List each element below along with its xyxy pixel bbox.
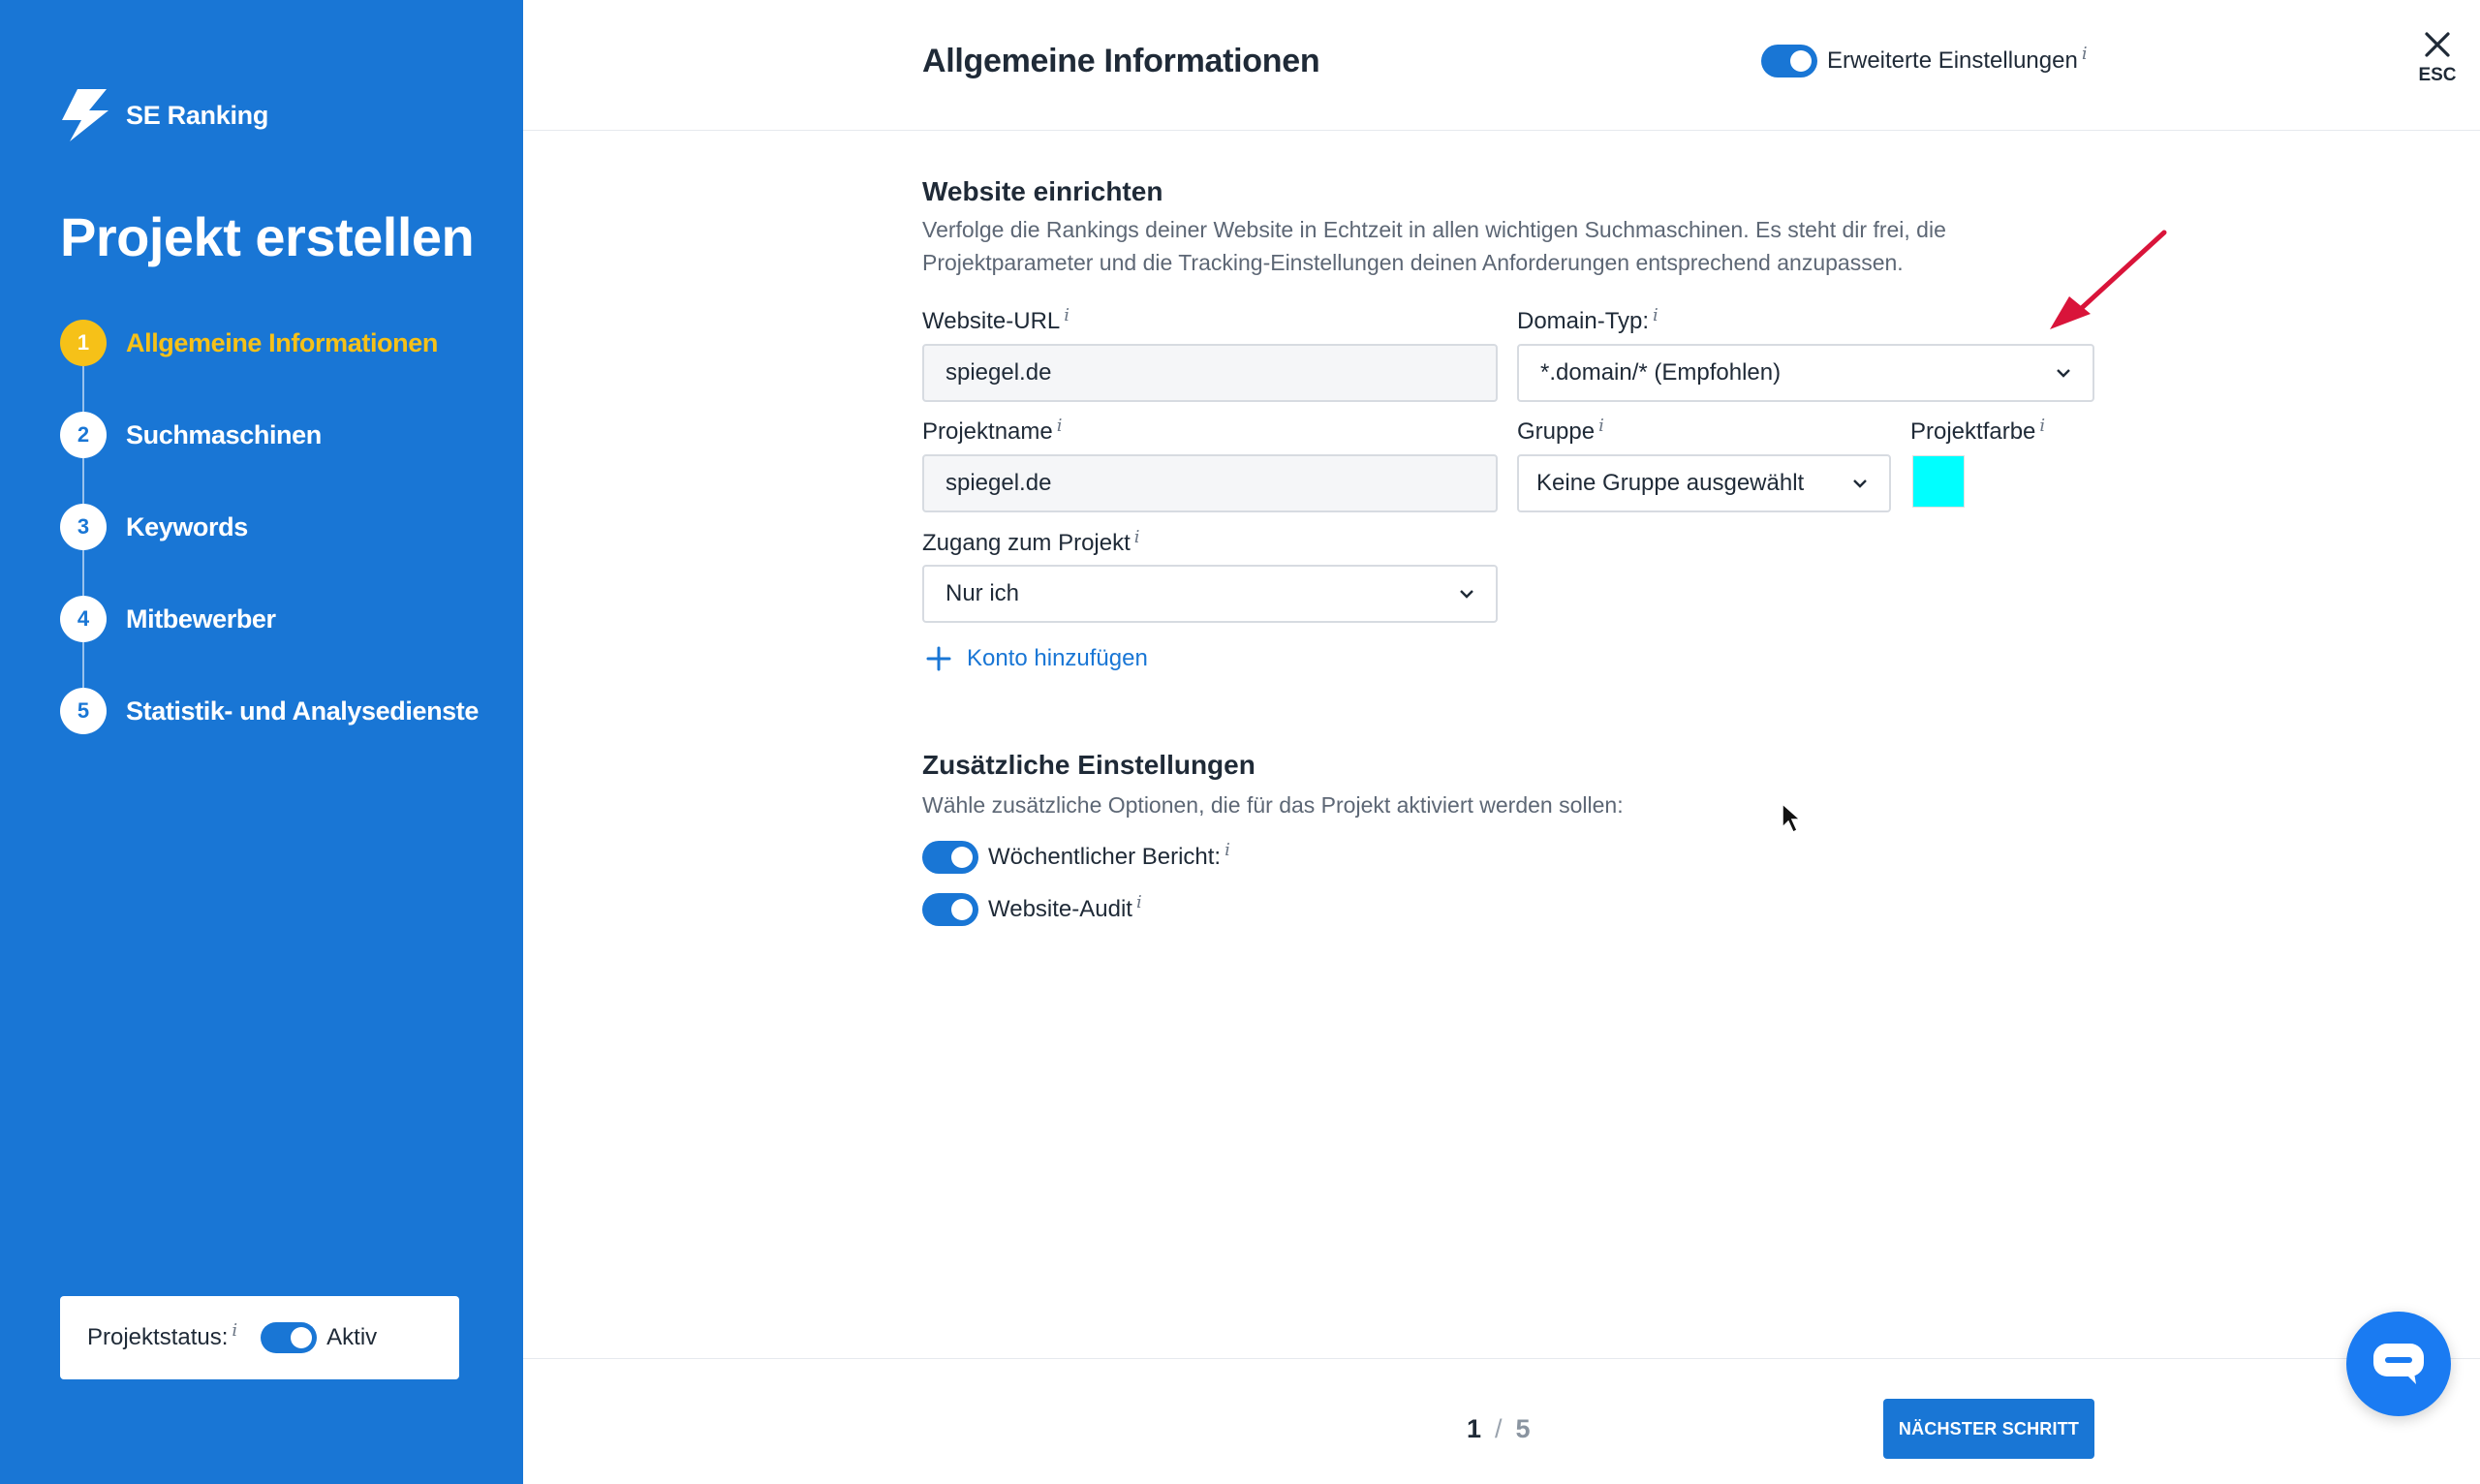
info-icon[interactable]: i bbox=[232, 1320, 237, 1341]
brand-name: SE Ranking bbox=[126, 100, 269, 130]
project-status-label: Projektstatus: bbox=[87, 1324, 229, 1350]
website-audit-option: Website-Audit i bbox=[922, 892, 1142, 926]
sidebar-title: Projekt erstellen bbox=[60, 206, 475, 267]
step-label: Keywords bbox=[126, 511, 248, 541]
chevron-down-icon bbox=[1460, 590, 1473, 599]
group-select[interactable]: Keine Gruppe ausgewählt bbox=[1517, 454, 1891, 512]
website-section-title: Website einrichten bbox=[922, 176, 1163, 206]
project-status-value: Aktiv bbox=[326, 1324, 378, 1350]
info-icon[interactable]: i bbox=[1224, 840, 1230, 860]
plus-icon bbox=[926, 646, 951, 671]
step-keywords[interactable]: 3 Keywords bbox=[60, 504, 479, 596]
info-icon[interactable]: i bbox=[1598, 416, 1604, 436]
info-icon[interactable]: i bbox=[1653, 305, 1658, 325]
chevron-down-icon bbox=[1853, 479, 1867, 488]
page-title: Allgemeine Informationen bbox=[922, 43, 1320, 79]
step-analytics[interactable]: 5 Statistik- und Analysedienste bbox=[60, 688, 479, 734]
project-color-label-text: Projektfarbe bbox=[1910, 418, 2036, 445]
step-number: 2 bbox=[60, 412, 107, 458]
project-name-input[interactable]: spiegel.de bbox=[922, 454, 1498, 512]
step-number: 5 bbox=[60, 688, 107, 734]
project-access-value: Nur ich bbox=[946, 580, 1020, 606]
annotation-arrow-icon bbox=[2050, 230, 2167, 329]
extra-section-title: Zusätzliche Einstellungen bbox=[922, 750, 1256, 780]
page-total: 5 bbox=[1515, 1414, 1531, 1443]
info-icon[interactable]: i bbox=[1064, 305, 1070, 325]
step-connector bbox=[82, 642, 84, 688]
add-account-label: Konto hinzufügen bbox=[967, 645, 1148, 671]
step-connector bbox=[82, 458, 84, 504]
website-url-input[interactable]: spiegel.de bbox=[922, 344, 1498, 402]
weekly-report-toggle[interactable] bbox=[922, 841, 978, 874]
chat-icon bbox=[2373, 1344, 2424, 1384]
extra-section-desc: Wähle zusätzliche Optionen, die für das … bbox=[922, 792, 1624, 818]
group-label-text: Gruppe bbox=[1517, 418, 1596, 445]
project-access-label-text: Zugang zum Projekt bbox=[922, 530, 1131, 556]
step-search-engines[interactable]: 2 Suchmaschinen bbox=[60, 412, 479, 504]
step-number: 3 bbox=[60, 504, 107, 550]
project-access-label: Zugang zum Projekt i bbox=[922, 527, 1140, 557]
step-connector bbox=[82, 366, 84, 412]
chevron-down-icon bbox=[2057, 369, 2070, 378]
step-number: 1 bbox=[60, 320, 107, 366]
step-competitors[interactable]: 4 Mitbewerber bbox=[60, 596, 479, 688]
project-status-box: Projektstatus: i Aktiv bbox=[60, 1296, 459, 1379]
website-section-desc-line1: Verfolge die Rankings deiner Website in … bbox=[922, 217, 1946, 242]
info-icon[interactable]: i bbox=[1134, 527, 1140, 547]
step-list: 1 Allgemeine Informationen 2 Suchmaschin… bbox=[60, 320, 479, 780]
advanced-settings-toggle[interactable] bbox=[1761, 45, 1817, 77]
step-label: Statistik- und Analysedienste bbox=[126, 696, 479, 726]
weekly-report-label: Wöchentlicher Bericht: bbox=[988, 844, 1222, 870]
page-current: 1 bbox=[1467, 1414, 1482, 1443]
esc-label: ESC bbox=[2418, 65, 2457, 85]
website-url-label-text: Website-URL bbox=[922, 308, 1061, 334]
project-access-select[interactable]: Nur ich bbox=[922, 565, 1498, 623]
domain-type-value: *.domain/* (Empfohlen) bbox=[1540, 359, 1782, 386]
group-value: Keine Gruppe ausgewählt bbox=[1536, 470, 1805, 496]
website-audit-label: Website-Audit bbox=[988, 896, 1132, 922]
close-icon bbox=[2425, 32, 2450, 57]
project-color-swatch[interactable] bbox=[1912, 455, 1965, 508]
sidebar: SE Ranking Projekt erstellen 1 Allgemein… bbox=[0, 0, 523, 1484]
info-icon[interactable]: i bbox=[2039, 416, 2045, 436]
website-audit-toggle[interactable] bbox=[922, 893, 978, 926]
logo[interactable]: SE Ranking bbox=[60, 89, 268, 141]
chat-button[interactable] bbox=[2346, 1312, 2451, 1416]
project-name-label-text: Projektname bbox=[922, 418, 1053, 445]
website-section-desc-line2: Projektparameter und die Tracking-Einste… bbox=[922, 250, 1904, 275]
step-connector bbox=[82, 550, 84, 596]
step-label: Mitbewerber bbox=[126, 603, 276, 634]
pagination: 1 / 5 bbox=[1467, 1414, 1531, 1444]
step-number: 4 bbox=[60, 596, 107, 642]
project-status-toggle[interactable] bbox=[261, 1322, 318, 1353]
group-label: Gruppe i bbox=[1517, 416, 1604, 446]
info-icon[interactable]: i bbox=[2082, 44, 2088, 64]
step-general-info[interactable]: 1 Allgemeine Informationen bbox=[60, 320, 479, 412]
domain-type-select[interactable]: *.domain/* (Empfohlen) bbox=[1517, 344, 2094, 402]
website-url-label: Website-URL i bbox=[922, 305, 1070, 335]
close-button[interactable]: ESC bbox=[2418, 31, 2457, 86]
header: Allgemeine Informationen Erweiterte Eins… bbox=[523, 0, 2480, 131]
info-icon[interactable]: i bbox=[1136, 892, 1142, 912]
project-color-label: Projektfarbe i bbox=[1910, 416, 2045, 446]
page-separator: / bbox=[1495, 1414, 1503, 1443]
se-ranking-logo-icon bbox=[62, 89, 108, 141]
domain-type-label-text: Domain-Typ: bbox=[1517, 308, 1650, 334]
mouse-cursor-icon bbox=[1782, 802, 1802, 834]
info-icon[interactable]: i bbox=[1057, 416, 1063, 436]
weekly-report-option: Wöchentlicher Bericht: i bbox=[922, 840, 1230, 874]
domain-type-label: Domain-Typ: i bbox=[1517, 305, 1658, 335]
step-label: Suchmaschinen bbox=[126, 419, 322, 449]
advanced-settings-label: Erweiterte Einstellungen bbox=[1827, 47, 2078, 74]
next-step-button[interactable]: NÄCHSTER SCHRITT bbox=[1883, 1399, 2094, 1459]
advanced-settings: Erweiterte Einstellungen i bbox=[1761, 44, 2088, 77]
project-name-label: Projektname i bbox=[922, 416, 1063, 446]
step-label: Allgemeine Informationen bbox=[126, 327, 438, 357]
add-account-link[interactable]: Konto hinzufügen bbox=[926, 645, 1148, 672]
